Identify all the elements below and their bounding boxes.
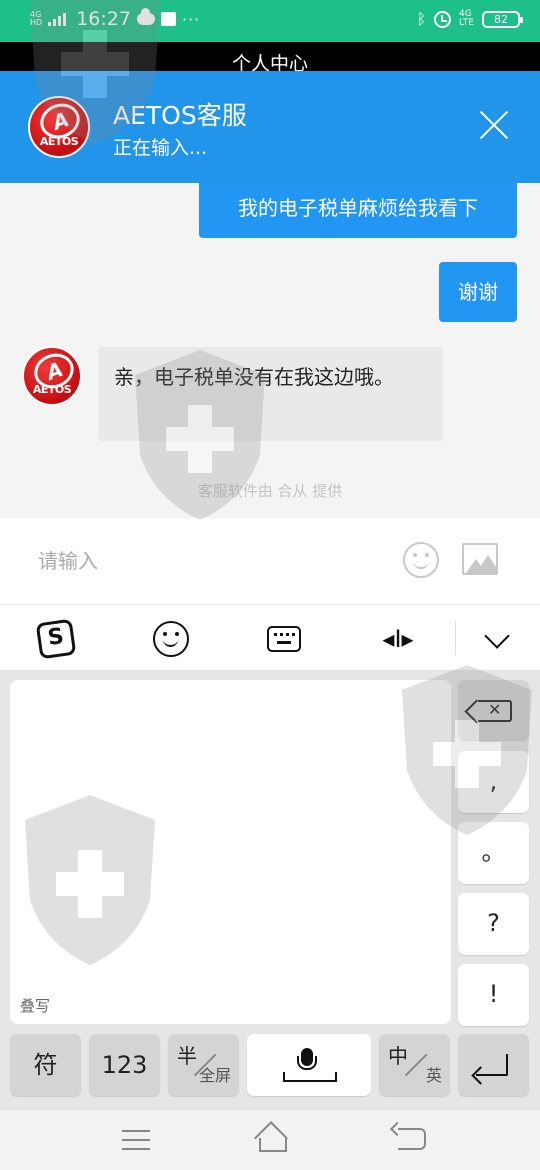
question-key[interactable]: ? — [458, 893, 529, 955]
sogou-icon[interactable]: S — [35, 618, 77, 660]
mail-icon — [160, 12, 176, 26]
status-bar: 4G HD 16:27 ··· ᛒ 4G LTE 82 — [0, 0, 540, 42]
logo-text: AETOS — [32, 383, 72, 396]
lte-indicator: 4G LTE — [459, 10, 474, 28]
signal-icon — [48, 12, 70, 26]
number-key[interactable]: 123 — [89, 1034, 160, 1096]
enter-key[interactable] — [458, 1034, 529, 1096]
chat-messages: 我的电子税单麻烦给我看下 谢谢 AETOS 亲，电子税单没有在我这边哦。 客服软… — [0, 183, 540, 518]
smile-icon[interactable] — [153, 621, 189, 657]
agent-name: AETOS客服 — [113, 101, 247, 130]
bluetooth-icon: ᛒ — [417, 10, 427, 28]
microphone-icon — [297, 1048, 317, 1070]
home-icon[interactable] — [254, 1124, 288, 1152]
agent-message: 亲，电子税单没有在我这边哦。 — [98, 347, 443, 441]
message-input-bar — [0, 518, 540, 604]
keyboard-icon[interactable] — [267, 626, 301, 652]
powered-by-text: 客服软件由 合从 提供 — [197, 482, 343, 500]
toolbar-divider — [455, 621, 456, 655]
fullwidth-label: 全屏 — [198, 1066, 231, 1085]
close-icon[interactable] — [478, 109, 510, 141]
space-key[interactable] — [247, 1034, 371, 1096]
cursor-move-icon[interactable]: ◂I▸ — [378, 621, 418, 657]
logo-text: AETOS — [39, 135, 79, 148]
enter-icon — [476, 1054, 508, 1076]
english-label: 英 — [425, 1066, 442, 1085]
navigation-bar — [0, 1110, 540, 1170]
battery-icon: 82 — [482, 10, 523, 28]
back-icon[interactable] — [398, 1128, 426, 1150]
handwriting-pad[interactable]: 叠写 — [10, 680, 451, 1024]
chat-header: AETOS AETOS客服 正在输入... — [0, 71, 540, 183]
chinese-label: 中 — [388, 1044, 408, 1068]
agent-avatar: AETOS — [22, 346, 82, 406]
menu-icon[interactable] — [122, 1130, 150, 1150]
user-message: 谢谢 — [439, 262, 517, 322]
space-icon — [283, 1072, 337, 1082]
backspace-icon — [478, 700, 512, 722]
page-title: 个人中心 — [0, 42, 540, 72]
language-key[interactable]: 中 英 — [379, 1034, 450, 1096]
exclaim-key[interactable]: ! — [458, 964, 529, 1026]
halfwidth-key[interactable]: 半 全屏 — [168, 1034, 239, 1096]
handwrite-mode-label: 叠写 — [20, 997, 51, 1015]
network-indicator: 4G HD — [30, 11, 42, 27]
emoji-icon[interactable] — [403, 542, 439, 578]
period-key[interactable]: 。 — [458, 822, 529, 884]
comma-key[interactable]: , — [458, 751, 529, 813]
clock: 16:27 — [76, 8, 131, 30]
collapse-icon[interactable] — [482, 621, 518, 657]
agent-status: 正在输入... — [113, 137, 208, 159]
agent-avatar: AETOS — [28, 96, 90, 158]
image-icon[interactable] — [462, 543, 498, 575]
keyboard-toolbar: S ◂I▸ — [0, 604, 540, 670]
symbol-key[interactable]: 符 — [10, 1034, 81, 1096]
key-divider — [404, 1053, 428, 1076]
alarm-icon — [434, 10, 452, 28]
more-notifications-icon: ··· — [181, 9, 201, 29]
keyboard: 叠写 , 。 ? ! 符 123 半 全屏 中 英 — [0, 670, 540, 1110]
cloud-icon — [136, 8, 155, 25]
user-message: 我的电子税单麻烦给我看下 — [199, 183, 517, 238]
network-sub-label: HD — [30, 18, 43, 27]
lte-sub-label: LTE — [459, 18, 474, 28]
backspace-key[interactable] — [458, 680, 529, 740]
message-input[interactable] — [22, 540, 382, 582]
halfwidth-label: 半 — [177, 1044, 197, 1068]
